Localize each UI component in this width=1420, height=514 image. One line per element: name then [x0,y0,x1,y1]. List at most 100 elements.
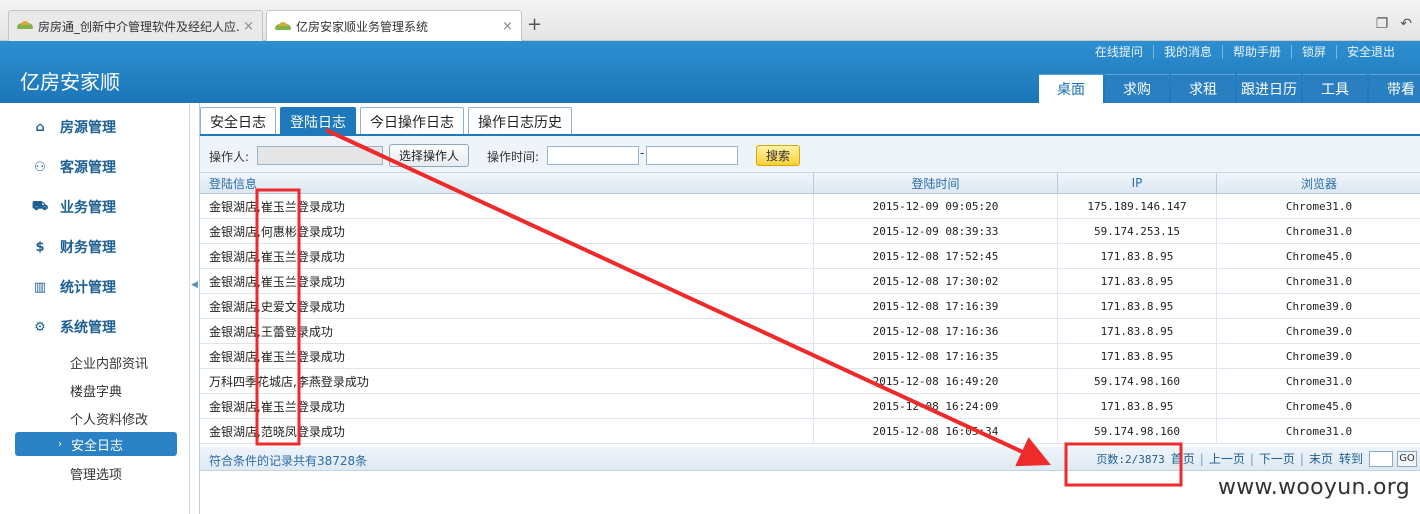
sidebar-sub-security-log[interactable]: › 安全日志 [15,432,177,456]
cell-login-time: 2015-12-08 17:16:36 [814,319,1058,343]
header-login-time[interactable]: 登陆时间 [814,173,1058,193]
last-page-link[interactable]: 末页 [1309,450,1333,467]
table-row[interactable]: 金银湖店,何惠彬登录成功 2015-12-09 08:39:33 59.174.25… [200,219,1420,244]
top-link-logout[interactable]: 安全退出 [1335,45,1405,59]
nav-tab-follow-calendar[interactable]: 跟进日历 [1237,74,1301,103]
table-row[interactable]: 金银湖店,范晓凤登录成功 2015-12-08 16:05:34 59.174.98… [200,419,1420,444]
operator-input[interactable] [257,146,383,165]
search-button[interactable]: 搜索 [756,145,800,166]
table-row[interactable]: 金银湖店,崔玉兰登录成功 2015-12-08 17:16:35 171.83.8.… [200,344,1420,369]
start-time-input[interactable] [547,146,639,165]
cell-login-time: 2015-12-09 09:05:20 [814,194,1058,218]
table-header: 登陆信息 登陆时间 IP 浏览器 [200,173,1420,194]
sidebar-sub-manage-options[interactable]: 管理选项 [70,464,122,483]
nav-tab-rent[interactable]: 求租 [1171,74,1235,103]
range-dash: - [640,146,645,160]
restore-window-icon[interactable]: ❐ [1376,16,1389,32]
cell-login-info: 金银湖店,崔玉兰登录成功 [200,244,814,268]
browser-tab-title: 房房通_创新中介管理软件及经纪人应... [38,19,240,34]
cell-browser: Chrome31.0 [1285,224,1353,238]
end-time-input[interactable] [646,146,738,165]
cell-login-info: 金银湖店,崔玉兰登录成功 [200,194,814,218]
tab-login-log[interactable]: 登陆日志 [280,107,356,135]
top-link-online-question[interactable]: 在线提问 [1085,45,1153,59]
header-login-info[interactable]: 登陆信息 [200,173,814,193]
close-tab-icon[interactable]: × [502,19,513,34]
table-row[interactable]: 金银湖店,崔玉兰登录成功 2015-12-08 17:52:45 171.83.8.… [200,244,1420,269]
table-row[interactable]: 万科四季花城店,李燕登录成功 2015-12-08 16:49:20 59.174.… [200,369,1420,394]
sidebar: ⌂ 房源管理 ⚇ 客源管理 ⛟ 业务管理 $ 财务管理 ▥ 统计管理 ⚙ 系统管… [0,103,190,514]
header-browser[interactable]: 浏览器 [1217,173,1420,193]
pager-separator: | [1299,451,1304,466]
table-row[interactable]: 金银湖店,王蕾登录成功 2015-12-08 17:16:36 171.83.8.9… [200,319,1420,344]
sidebar-item-finance[interactable]: $ 财务管理 [32,237,116,257]
sidebar-item-customers[interactable]: ⚇ 客源管理 [32,157,116,177]
next-page-link[interactable]: 下一页 [1259,450,1295,467]
goto-page-input[interactable] [1369,450,1393,467]
main-nav-tabs: 桌面 求购 求租 跟进日历 工具 带看 [1039,74,1420,103]
tab-today-operation-log[interactable]: 今日操作日志 [360,107,464,135]
pager-separator: | [1249,451,1254,466]
browser-tab-1[interactable]: 房房通_创新中介管理软件及经纪人应... × [8,10,263,41]
cell-ip: 175.189.146.147 [1058,194,1217,218]
nav-tab-viewing[interactable]: 带看 [1369,74,1420,103]
sidebar-item-label: 财务管理 [60,240,116,256]
sidebar-item-label: 房源管理 [60,120,116,136]
cell-login-time: 2015-12-08 17:30:02 [814,269,1058,293]
cell-ip: 171.83.8.95 [1058,394,1217,418]
sidebar-item-business[interactable]: ⛟ 业务管理 [32,197,116,217]
pager-separator: | [1199,451,1204,466]
app-header: 亿房安家顺 在线提问 我的消息 帮助手册 锁屏 安全退出 桌面 求购 求租 跟进… [0,41,1420,103]
watermark: www.wooyun.org [1217,475,1410,500]
sidebar-item-label: 系统管理 [60,320,116,336]
nav-tab-buy[interactable]: 求购 [1105,74,1169,103]
new-tab-button[interactable]: + [527,14,542,35]
cell-browser: Chrome31.0 [1285,374,1353,388]
record-total: 符合条件的记录共有38728条 [209,454,368,468]
table-footer: 符合条件的记录共有38728条 页数:2/3873 首页 | 上一页 | 下一页… [200,447,1420,471]
cell-login-info: 金银湖店,何惠彬登录成功 [200,219,814,243]
cell-login-time: 2015-12-08 16:49:20 [814,369,1058,393]
page-info: 页数:2/3873 [1096,452,1165,466]
sidebar-sub-profile-edit[interactable]: 个人资料修改 [70,409,148,428]
sidebar-item-label: 客源管理 [60,160,116,176]
cell-ip: 59.174.98.160 [1058,419,1217,443]
prev-page-link[interactable]: 上一页 [1209,450,1245,467]
tab-security-log[interactable]: 安全日志 [200,107,276,135]
site-favicon-icon [275,21,291,32]
sidebar-item-system[interactable]: ⚙ 系统管理 [32,317,116,337]
browser-tab-2[interactable]: 亿房安家顺业务管理系统 × [266,10,522,42]
gear-icon: ⚙ [34,319,46,335]
sidebar-sub-building-dictionary[interactable]: 楼盘字典 [70,381,122,400]
go-button[interactable]: GO [1397,450,1417,467]
time-label: 操作时间: [487,150,540,164]
close-tab-icon[interactable]: × [243,19,254,34]
select-operator-button[interactable]: 选择操作人 [389,144,469,167]
sidebar-collapse-handle[interactable]: ◀ [190,268,199,308]
sidebar-item-property[interactable]: ⌂ 房源管理 [32,117,116,137]
nav-tab-desktop[interactable]: 桌面 [1039,74,1103,103]
header-ip[interactable]: IP [1058,173,1217,193]
top-link-lock-screen[interactable]: 锁屏 [1290,45,1336,59]
top-link-my-messages[interactable]: 我的消息 [1152,45,1222,59]
pager: 页数:2/3873 首页 | 上一页 | 下一页 | 末页 转到 GO [1096,450,1417,467]
nav-tab-tools[interactable]: 工具 [1303,74,1367,103]
table-row[interactable]: 金银湖店,崔玉兰登录成功 2015-12-08 16:24:09 171.83.8.… [200,394,1420,419]
undo-close-icon[interactable]: ↶ [1400,16,1412,32]
sidebar-sub-internal-news[interactable]: 企业内部资讯 [70,353,148,372]
table-row[interactable]: 金银湖店,崔玉兰登录成功 2015-12-09 09:05:20 175.189.1… [200,194,1420,219]
cell-ip: 59.174.253.15 [1058,219,1217,243]
first-page-link[interactable]: 首页 [1171,450,1195,467]
sidebar-item-statistics[interactable]: ▥ 统计管理 [32,277,116,297]
browser-tools: ❐ ↶ [1376,16,1412,32]
top-link-help-manual[interactable]: 帮助手册 [1221,45,1291,59]
cell-ip: 171.83.8.95 [1058,244,1217,268]
cell-login-info: 金银湖店,崔玉兰登录成功 [200,344,814,368]
tab-operation-log-history[interactable]: 操作日志历史 [468,107,572,135]
table-row[interactable]: 金银湖店,崔玉兰登录成功 2015-12-08 17:30:02 171.83.8.… [200,269,1420,294]
log-tabs: 安全日志 登陆日志 今日操作日志 操作日志历史 [200,107,576,135]
table-body: 金银湖店,崔玉兰登录成功 2015-12-09 09:05:20 175.189.1… [200,194,1420,444]
cell-browser: Chrome45.0 [1285,399,1353,413]
cell-ip: 171.83.8.95 [1058,344,1217,368]
table-row[interactable]: 金银湖店,史爱文登录成功 2015-12-08 17:16:39 171.83.8.… [200,294,1420,319]
